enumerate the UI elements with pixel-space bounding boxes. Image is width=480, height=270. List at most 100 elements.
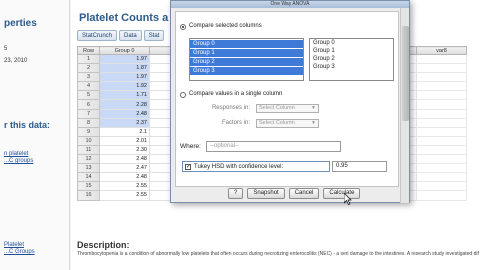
calculate-button[interactable]: Calculate <box>323 188 361 199</box>
mouse-cursor-icon <box>344 193 352 205</box>
group-0-cell[interactable]: 1.97 <box>99 72 150 83</box>
group-0-cell[interactable]: 2.47 <box>99 163 150 174</box>
row-number-cell[interactable]: 10 <box>77 135 100 146</box>
sidebar-link-nec-groups-2[interactable]: ...C Groups <box>4 249 35 255</box>
group-0-cell[interactable]: 1.97 <box>99 53 150 65</box>
row-number-cell[interactable]: 2 <box>77 63 100 74</box>
row-number-cell[interactable]: 16 <box>77 190 100 201</box>
group-0-cell[interactable]: 2.55 <box>99 181 150 192</box>
row-number-cell[interactable]: 11 <box>77 144 100 156</box>
dialog-scrollbar[interactable] <box>400 8 409 203</box>
group-0-cell[interactable]: 2.30 <box>99 144 150 156</box>
group-0-cell[interactable]: 2.48 <box>99 154 150 165</box>
list-item[interactable]: Group 3 <box>310 63 393 71</box>
dialog-body: Compare selected columns Group 0 Group 1… <box>175 11 399 187</box>
group-0-cell[interactable]: 2.01 <box>99 135 150 146</box>
column-header-row[interactable]: Row <box>77 46 100 55</box>
empty-cell[interactable] <box>416 117 467 128</box>
tukey-checkbox[interactable]: ✓ <box>185 164 191 170</box>
scrollbar-thumb[interactable] <box>402 26 409 121</box>
confidence-level-input[interactable]: 0.95 <box>332 161 387 172</box>
empty-cell[interactable] <box>416 90 467 101</box>
snapshot-button[interactable]: Snapshot <box>247 188 285 199</box>
empty-cell[interactable] <box>416 99 467 110</box>
group-0-cell[interactable]: 1.87 <box>99 63 150 74</box>
sidebar-link-platelet-2[interactable]: Platelet <box>4 242 24 248</box>
chevron-down-icon: ▼ <box>311 105 316 111</box>
factors-select[interactable]: Select Column ▼ <box>256 119 319 128</box>
compare-columns-label[interactable]: Compare selected columns <box>189 23 262 29</box>
sidebar-date: 23, 2010 <box>4 58 28 64</box>
empty-cell[interactable] <box>416 63 467 74</box>
empty-cell[interactable] <box>416 144 467 156</box>
column-header-group-0[interactable]: Group 0 <box>99 46 150 55</box>
row-number-cell[interactable]: 8 <box>77 117 100 128</box>
row-number-cell[interactable]: 14 <box>77 172 100 183</box>
group-0-cell[interactable]: 2.48 <box>99 108 150 119</box>
list-item[interactable]: Group 2 <box>310 55 393 63</box>
dialog-buttons: ? Snapshot Cancel Calculate <box>228 188 361 199</box>
help-button[interactable]: ? <box>228 188 244 199</box>
left-sidebar: perties 5 23, 2010 r this data: n platel… <box>0 0 70 270</box>
empty-cell[interactable] <box>416 108 467 119</box>
list-item[interactable]: Group 1 <box>310 47 393 55</box>
group-0-cell[interactable]: 2.1 <box>99 126 150 137</box>
empty-cell[interactable] <box>416 53 467 65</box>
tukey-label[interactable]: Tukey HSD with confidence level: <box>194 164 283 170</box>
row-number-cell[interactable]: 12 <box>77 154 100 165</box>
empty-cell[interactable] <box>416 163 467 174</box>
sidebar-link-platelet[interactable]: n platelet <box>4 151 28 157</box>
selected-columns-list[interactable]: Group 0 Group 1 Group 2 Group 3 <box>309 38 394 81</box>
factors-select-value: Select Column <box>259 120 295 126</box>
where-input[interactable]: --optional-- <box>206 141 341 152</box>
group-0-cell[interactable]: 1.71 <box>99 90 150 101</box>
list-item[interactable]: Group 1 <box>190 49 303 57</box>
group-0-cell[interactable]: 2.37 <box>99 117 150 128</box>
row-number-cell[interactable]: 7 <box>77 108 100 119</box>
row-number-cell[interactable]: 1 <box>77 53 100 65</box>
row-number-cell[interactable]: 6 <box>77 99 100 110</box>
group-0-cell[interactable]: 2.48 <box>99 172 150 183</box>
group-0-cell[interactable]: 2.28 <box>99 99 150 110</box>
sidebar-small-text: 5 <box>4 46 8 52</box>
description-text: Thrombocytopenia is a condition of abnor… <box>77 251 479 257</box>
empty-cell[interactable] <box>416 181 467 192</box>
page-title: Platelet Counts a <box>79 12 169 24</box>
empty-cell[interactable] <box>416 126 467 137</box>
statcrunch-menu-button[interactable]: StatCrunch <box>77 30 118 41</box>
empty-cell[interactable] <box>416 135 467 146</box>
factors-label: Factors in: <box>221 120 250 126</box>
row-number-cell[interactable]: 4 <box>77 81 100 92</box>
row-number-cell[interactable]: 9 <box>77 126 100 137</box>
list-item[interactable]: Group 2 <box>190 58 303 66</box>
compare-values-label[interactable]: Compare values in a single column <box>189 91 282 97</box>
responses-select[interactable]: Select Column ▼ <box>256 104 319 113</box>
compare-values-radio[interactable] <box>180 92 186 98</box>
row-number-cell[interactable]: 15 <box>77 181 100 192</box>
sidebar-link-nec-groups[interactable]: ...C groups <box>4 158 33 164</box>
row-number-cell[interactable]: 13 <box>77 163 100 174</box>
stat-menu-button[interactable]: Stat <box>143 30 165 41</box>
group-0-cell[interactable]: 1.92 <box>99 81 150 92</box>
empty-cell[interactable] <box>416 172 467 183</box>
chevron-down-icon: ▼ <box>311 120 316 126</box>
empty-cell[interactable] <box>416 190 467 201</box>
list-item[interactable]: Group 0 <box>190 40 303 48</box>
empty-cell[interactable] <box>416 154 467 165</box>
dialog-title: One Way ANOVA <box>171 1 409 8</box>
toolbar: StatCrunch Data Stat <box>77 30 165 41</box>
row-number-cell[interactable]: 5 <box>77 90 100 101</box>
group-0-cell[interactable]: 2.55 <box>99 190 150 201</box>
list-item[interactable]: Group 3 <box>190 67 303 75</box>
empty-cell[interactable] <box>416 72 467 83</box>
empty-cell[interactable] <box>416 81 467 92</box>
available-columns-list[interactable]: Group 0 Group 1 Group 2 Group 3 <box>189 38 304 81</box>
tukey-option[interactable]: ✓ Tukey HSD with confidence level: <box>182 161 330 172</box>
responses-label: Responses in: <box>211 105 250 111</box>
row-number-cell[interactable]: 3 <box>77 72 100 83</box>
data-menu-button[interactable]: Data <box>119 30 142 41</box>
column-header-var8[interactable]: var8 <box>416 46 467 55</box>
list-item[interactable]: Group 0 <box>310 39 393 47</box>
cancel-button[interactable]: Cancel <box>288 188 320 199</box>
compare-columns-radio[interactable] <box>180 24 186 30</box>
